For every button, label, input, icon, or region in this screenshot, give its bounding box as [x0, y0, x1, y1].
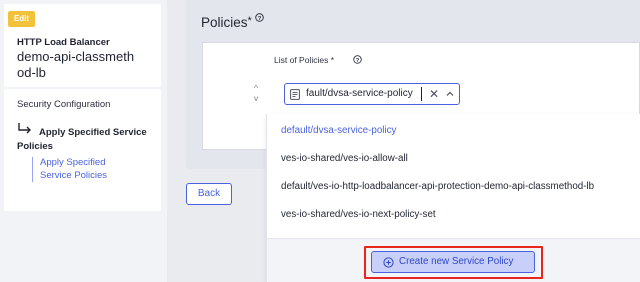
steps-card: Security Configuration Apply Specified S… — [4, 89, 161, 211]
policy-dropdown-menu: default/dvsa-service-policy ves-io-share… — [266, 114, 640, 282]
edit-badge: Edit — [8, 11, 35, 27]
required-mark: * — [247, 15, 252, 27]
dropdown-footer: Create new Service Policy — [267, 238, 640, 282]
move-down-button[interactable]: v — [254, 94, 258, 103]
svg-text:?: ? — [258, 16, 262, 22]
dropdown-option[interactable]: ves-io-shared/ves-io-allow-all — [281, 153, 408, 164]
clear-icon[interactable]: ✕ — [429, 86, 439, 102]
list-of-policies-label: List of Policies * — [274, 55, 334, 65]
text-caret — [421, 87, 422, 101]
policy-select-value[interactable]: fault/dvsa-service-policy — [306, 88, 413, 99]
move-up-button[interactable]: ^ — [254, 84, 258, 93]
dropdown-option[interactable]: default/dvsa-service-policy — [281, 125, 396, 136]
load-balancer-type: HTTP Load Balancer — [17, 37, 110, 48]
info-icon[interactable]: ? — [255, 13, 264, 22]
chevron-up-icon[interactable] — [445, 89, 455, 99]
plus-circle-icon — [383, 257, 394, 268]
nav-item-current-step[interactable]: Apply Specified Service Policies — [17, 126, 157, 153]
nav-subitem-apply-policies[interactable]: Apply Specified Service Policies — [32, 157, 142, 182]
left-navigation: Edit HTTP Load Balancer demo-api-classme… — [0, 0, 167, 282]
policy-select[interactable]: fault/dvsa-service-policy ✕ — [284, 83, 460, 105]
policies-title: Policies* — [201, 15, 252, 30]
dropdown-option[interactable]: ves-io-shared/ves-io-next-policy-set — [281, 209, 436, 220]
load-balancer-name: demo-api-classmeth od-lb — [17, 49, 135, 80]
svg-text:?: ? — [356, 58, 360, 64]
dropdown-option[interactable]: default/ves-io-http-loadbalancer-api-pro… — [281, 181, 594, 192]
nav-item-security-configuration[interactable]: Security Configuration — [17, 99, 110, 110]
create-new-service-policy-button[interactable]: Create new Service Policy — [371, 251, 535, 273]
document-icon — [290, 89, 300, 100]
load-balancer-card: Edit HTTP Load Balancer demo-api-classme… — [4, 4, 161, 87]
info-icon[interactable]: ? — [353, 55, 362, 64]
back-button[interactable]: Back — [186, 183, 232, 205]
policies-title-text: Policies — [201, 15, 248, 30]
create-button-label: Create new Service Policy — [399, 256, 514, 267]
